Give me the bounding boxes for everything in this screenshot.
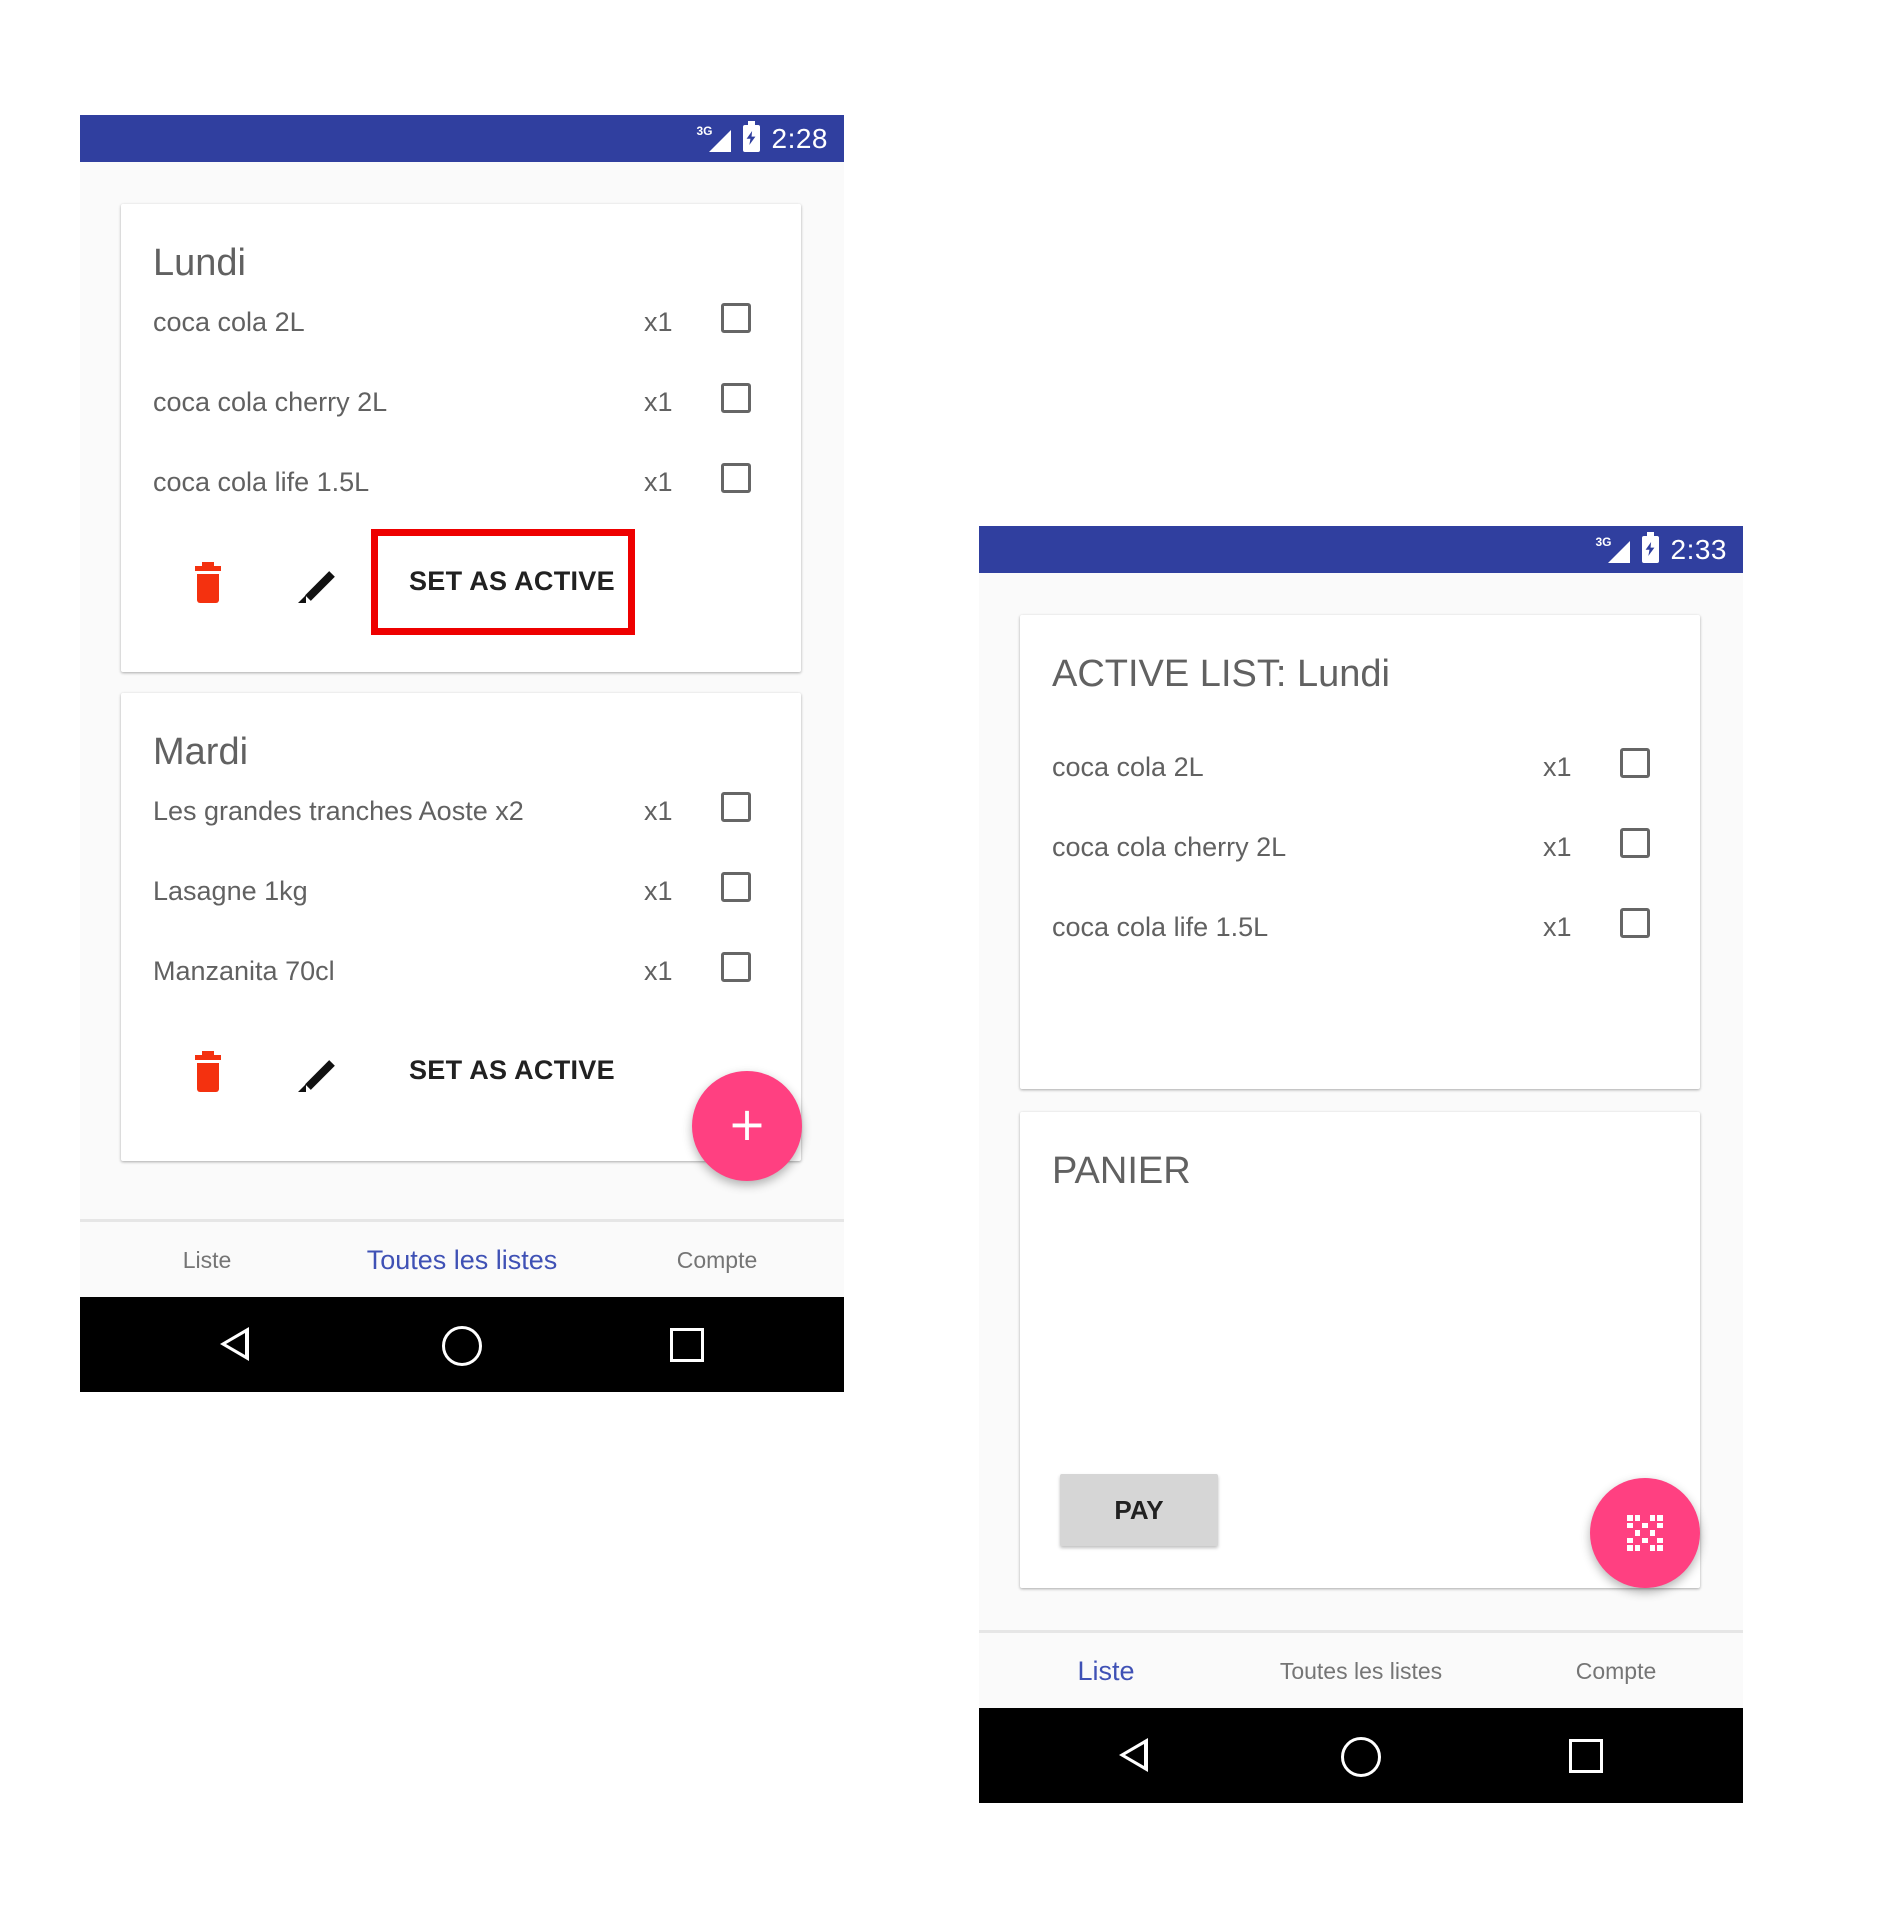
list-title: Mardi (153, 731, 249, 773)
item-checkbox[interactable] (721, 872, 751, 902)
item-checkbox[interactable] (721, 383, 751, 413)
item-name: coca cola 2L (153, 307, 305, 337)
status-bar: 3G 2:28 (80, 115, 844, 162)
item-name: coca cola cherry 2L (153, 387, 388, 417)
item-name: coca cola life 1.5L (153, 467, 370, 497)
basket-title: PANIER (1052, 1150, 1191, 1192)
item-name: Lasagne 1kg (153, 876, 308, 906)
pencil-icon (305, 571, 335, 601)
pay-button[interactable]: PAY (1060, 1474, 1218, 1546)
active-list-title: ACTIVE LIST: Lundi (1052, 653, 1390, 695)
tab-liste[interactable]: Liste (80, 1222, 334, 1298)
battery-charging-icon (742, 121, 760, 152)
tab-compte[interactable]: Compte (1489, 1633, 1743, 1709)
active-list-card: ACTIVE LIST: Lundi coca cola 2L x1 coca … (1020, 615, 1700, 1089)
tab-compte[interactable]: Compte (590, 1222, 844, 1298)
tab-toutes-les-listes[interactable]: Toutes les listes (334, 1222, 590, 1298)
recent-apps-icon[interactable] (670, 1328, 704, 1362)
list-card-lundi: Lundi coca cola 2L x1 coca cola cherry 2… (121, 204, 801, 672)
status-time: 2:28 (771, 122, 828, 154)
status-bar: 3G 2:33 (979, 526, 1743, 573)
set-as-active-button[interactable]: SET AS ACTIVE (409, 1055, 615, 1086)
item-quantity: x1 (644, 307, 673, 337)
delete-list-button[interactable] (191, 562, 231, 610)
back-triangle-icon[interactable] (1119, 1738, 1148, 1772)
item-quantity: x1 (644, 956, 673, 986)
item-checkbox[interactable] (1620, 828, 1650, 858)
item-checkbox[interactable] (721, 303, 751, 333)
item-checkbox[interactable] (721, 792, 751, 822)
list-item: Lasagne 1kg x1 (121, 854, 801, 934)
list-item: coca cola cherry 2L x1 (1020, 810, 1700, 890)
item-quantity: x1 (644, 467, 673, 497)
item-name: Manzanita 70cl (153, 956, 335, 986)
pencil-icon (305, 1060, 335, 1090)
battery-charging-icon (1641, 532, 1659, 563)
home-circle-icon[interactable] (1341, 1737, 1381, 1777)
home-circle-icon[interactable] (442, 1326, 482, 1366)
signal-icon: 3G (697, 124, 731, 154)
item-quantity: x1 (644, 796, 673, 826)
set-as-active-button[interactable]: SET AS ACTIVE (409, 566, 615, 597)
list-item: coca cola life 1.5L x1 (121, 445, 801, 525)
item-name: coca cola 2L (1052, 752, 1204, 782)
list-item: coca cola 2L x1 (1020, 730, 1700, 810)
trash-icon (197, 1063, 219, 1092)
tab-liste[interactable]: Liste (979, 1633, 1233, 1709)
delete-list-button[interactable] (191, 1051, 231, 1099)
phone-screen-active-list: 3G 2:33 ACTIVE LIST: Lundi coca cola 2L … (979, 526, 1743, 1803)
item-quantity: x1 (644, 876, 673, 906)
item-quantity: x1 (644, 387, 673, 417)
list-card-mardi: Mardi Les grandes tranches Aoste x2 x1 L… (121, 693, 801, 1161)
list-item: coca cola cherry 2L x1 (121, 365, 801, 445)
add-list-fab[interactable]: + (692, 1071, 802, 1181)
list-item: coca cola 2L x1 (121, 285, 801, 365)
item-checkbox[interactable] (721, 463, 751, 493)
trash-icon (197, 574, 219, 603)
item-quantity: x1 (1543, 832, 1572, 862)
bottom-navigation: Liste Toutes les listes Compte (979, 1630, 1743, 1709)
list-item: Les grandes tranches Aoste x2 x1 (121, 774, 801, 854)
back-triangle-icon[interactable] (220, 1327, 249, 1361)
item-checkbox[interactable] (1620, 908, 1650, 938)
qr-code-icon (1627, 1515, 1663, 1551)
edit-list-button[interactable] (297, 564, 341, 608)
status-time: 2:33 (1670, 533, 1727, 565)
tab-toutes-les-listes[interactable]: Toutes les listes (1233, 1633, 1489, 1709)
system-navigation-bar (979, 1708, 1743, 1803)
item-name: coca cola cherry 2L (1052, 832, 1287, 862)
edit-list-button[interactable] (297, 1053, 341, 1097)
bottom-navigation: Liste Toutes les listes Compte (80, 1219, 844, 1298)
item-quantity: x1 (1543, 912, 1572, 942)
list-item: coca cola life 1.5L x1 (1020, 890, 1700, 970)
recent-apps-icon[interactable] (1569, 1739, 1603, 1773)
signal-icon: 3G (1596, 535, 1630, 565)
phone-screen-all-lists: 3G 2:28 Lundi coca cola 2L x1 coca cola … (80, 115, 844, 1392)
item-name: Les grandes tranches Aoste x2 (153, 796, 524, 826)
plus-icon: + (727, 1097, 767, 1151)
list-item: Manzanita 70cl x1 (121, 934, 801, 1014)
item-name: coca cola life 1.5L (1052, 912, 1269, 942)
item-checkbox[interactable] (1620, 748, 1650, 778)
item-quantity: x1 (1543, 752, 1572, 782)
system-navigation-bar (80, 1297, 844, 1392)
list-title: Lundi (153, 242, 246, 284)
scan-qr-fab[interactable] (1590, 1478, 1700, 1588)
item-checkbox[interactable] (721, 952, 751, 982)
